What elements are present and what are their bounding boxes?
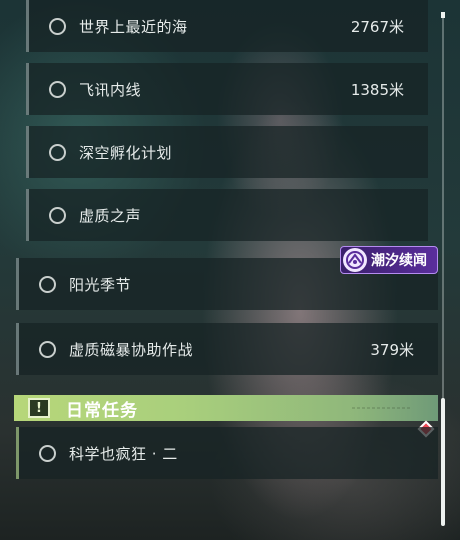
quest-title: 深空孵化计划 <box>79 143 173 162</box>
quest-item-science-crazy[interactable]: 科学也疯狂 · 二 <box>16 427 438 479</box>
quest-distance: 2767米 <box>350 17 404 36</box>
quest-title: 飞讯内线 <box>79 80 142 99</box>
quest-item-voice[interactable]: 虚质之声 <box>26 189 428 241</box>
circle-icon <box>39 340 56 358</box>
circle-icon <box>39 444 56 462</box>
daily-tasks-header[interactable]: ! 日常任务 <box>14 395 438 421</box>
badge-label: 潮汐续闻 <box>371 253 427 269</box>
quest-item-feixun[interactable]: 飞讯内线 1385米 <box>26 63 428 115</box>
circle-icon <box>49 80 66 98</box>
circle-icon <box>39 275 56 293</box>
scrollbar-thumb[interactable] <box>441 398 445 526</box>
header-decoration <box>352 407 412 409</box>
quest-distance: 379米 <box>370 340 414 359</box>
quest-title: 科学也疯狂 · 二 <box>69 444 178 463</box>
quest-item-nearest-sea[interactable]: 世界上最近的海 2767米 <box>26 0 428 52</box>
circle-icon <box>49 206 66 224</box>
quest-title: 虚质磁暴协助作战 <box>69 340 194 359</box>
quest-distance: 1385米 <box>350 80 404 99</box>
tidal-tales-badge[interactable]: 潮汐续闻 <box>340 246 438 274</box>
exclamation-icon: ! <box>28 398 50 418</box>
daily-tasks-title: 日常任务 <box>66 400 138 421</box>
quest-item-storm-assist[interactable]: 虚质磁暴协助作战 379米 <box>16 323 438 375</box>
quest-title: 虚质之声 <box>79 206 142 225</box>
tidal-swirl-icon <box>343 248 367 272</box>
quest-item-deep-space[interactable]: 深空孵化计划 <box>26 126 428 178</box>
quest-title: 世界上最近的海 <box>79 17 188 36</box>
circle-icon <box>49 17 66 35</box>
scrollbar-top-cap <box>441 12 445 18</box>
quest-title: 阳光季节 <box>69 275 132 294</box>
circle-icon <box>49 143 66 161</box>
